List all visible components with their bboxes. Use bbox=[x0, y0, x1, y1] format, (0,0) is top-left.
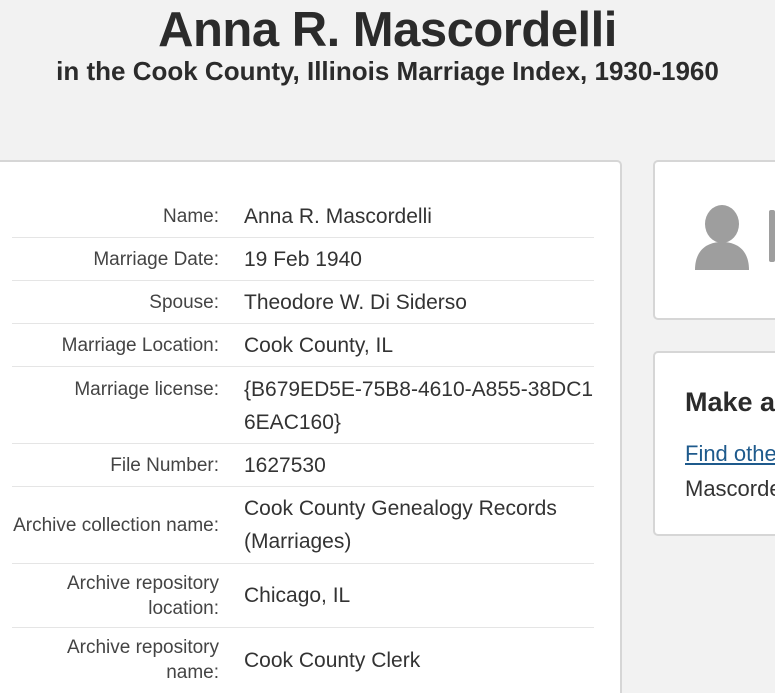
find-others-link[interactable]: Find othe bbox=[685, 441, 775, 467]
profile-card bbox=[653, 160, 775, 320]
record-row-marriage-license: Marriage license: {B679ED5E-75B8-4610-A8… bbox=[12, 367, 594, 444]
row-value: Cook County Clerk bbox=[244, 648, 421, 672]
row-label: Marriage Date: bbox=[93, 248, 219, 270]
page-title: Anna R. Mascordelli bbox=[158, 3, 617, 57]
profile-name-fragment bbox=[769, 210, 775, 262]
row-value: Cook County, IL bbox=[244, 333, 394, 357]
row-value: {B679ED5E-75B8-4610-A855-38DC16EAC160} bbox=[244, 378, 594, 434]
row-value: Anna R. Mascordelli bbox=[244, 204, 432, 228]
person-silhouette-icon bbox=[695, 205, 749, 270]
row-label: Name: bbox=[163, 205, 219, 227]
record-row-marriage-location: Marriage Location: Cook County, IL bbox=[12, 324, 594, 367]
record-card: Name: Anna R. Mascordelli Marriage Date:… bbox=[0, 160, 622, 693]
action-heading: Make a bbox=[685, 387, 775, 417]
row-value: Theodore W. Di Siderso bbox=[244, 290, 467, 314]
action-text: Mascorde bbox=[685, 476, 775, 501]
action-card: Make a Find othe Mascorde bbox=[653, 351, 775, 536]
row-value: 1627530 bbox=[244, 453, 326, 477]
record-row-archive-repository-name: Archive repository name: Cook County Cle… bbox=[12, 628, 594, 692]
row-label: File Number: bbox=[110, 454, 219, 476]
record-row-file-number: File Number: 1627530 bbox=[12, 444, 594, 487]
row-value: Cook County Genealogy Records (Marriages… bbox=[244, 497, 557, 553]
page-subtitle: in the Cook County, Illinois Marriage In… bbox=[56, 56, 719, 86]
record-row-name: Name: Anna R. Mascordelli bbox=[12, 195, 594, 238]
record-row-spouse: Spouse: Theodore W. Di Siderso bbox=[12, 281, 594, 324]
row-label: Archive repository location: bbox=[66, 572, 219, 619]
row-label: Marriage license: bbox=[74, 379, 219, 400]
row-label: Marriage Location: bbox=[61, 334, 219, 356]
row-label: Archive collection name: bbox=[13, 514, 219, 536]
record-table: Name: Anna R. Mascordelli Marriage Date:… bbox=[12, 195, 594, 692]
row-label: Archive repository name: bbox=[66, 637, 219, 683]
record-row-archive-repository-location: Archive repository location: Chicago, IL bbox=[12, 564, 594, 628]
record-row-archive-collection-name: Archive collection name: Cook County Gen… bbox=[12, 487, 594, 564]
record-row-marriage-date: Marriage Date: 19 Feb 1940 bbox=[12, 238, 594, 281]
row-value: Chicago, IL bbox=[244, 584, 351, 607]
row-label: Spouse: bbox=[149, 291, 219, 313]
row-value: 19 Feb 1940 bbox=[244, 247, 362, 271]
